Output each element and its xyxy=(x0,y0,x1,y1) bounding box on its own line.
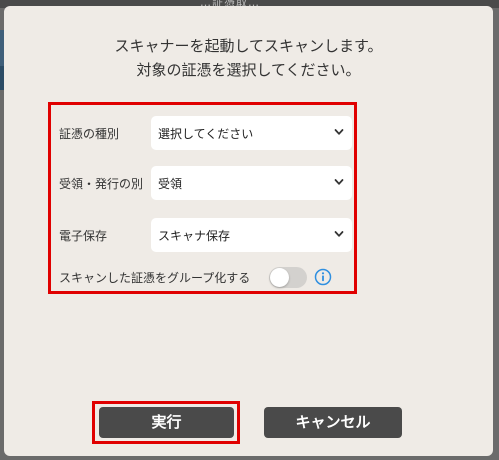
scan-dialog: スキャナーを起動してスキャンします。 対象の証憑を選択してください。 証憑の種別… xyxy=(4,6,493,456)
receive-issue-label: 受領・発行の別 xyxy=(59,177,144,191)
receive-issue-row: 受領・発行の別 受領 xyxy=(51,166,354,200)
dialog-instruction: スキャナーを起動してスキャンします。 対象の証憑を選択してください。 xyxy=(4,34,493,82)
group-toggle-row: スキャンした証憑をグループ化する xyxy=(51,265,354,289)
electronic-storage-row: 電子保存 スキャナ保存 xyxy=(51,218,354,252)
chevron-down-icon xyxy=(334,179,344,185)
scan-settings-form: 証憑の種別 選択してください 受領・発行の別 受領 電子保存 スキャナ保存 スキ… xyxy=(48,102,357,294)
chevron-down-icon xyxy=(334,231,344,237)
cancel-button[interactable]: キャンセル xyxy=(264,407,402,438)
toggle-knob xyxy=(270,268,289,287)
voucher-type-label: 証憑の種別 xyxy=(59,127,120,141)
receive-issue-select[interactable]: 受領 xyxy=(151,166,352,200)
instruction-line-2: 対象の証憑を選択してください。 xyxy=(136,61,361,79)
instruction-line-1: スキャナーを起動してスキャンします。 xyxy=(114,37,383,55)
electronic-storage-value: スキャナ保存 xyxy=(158,229,231,243)
voucher-type-select[interactable]: 選択してください xyxy=(151,116,352,150)
receive-issue-value: 受領 xyxy=(158,177,183,191)
run-button[interactable]: 実行 xyxy=(99,407,234,438)
voucher-type-value: 選択してください xyxy=(158,127,254,141)
group-toggle-switch[interactable] xyxy=(269,267,307,288)
chevron-down-icon xyxy=(334,129,344,135)
group-toggle-label: スキャンした証憑をグループ化する xyxy=(59,271,251,285)
info-icon[interactable] xyxy=(314,268,332,286)
voucher-type-row: 証憑の種別 選択してください xyxy=(51,116,354,150)
electronic-storage-label: 電子保存 xyxy=(59,229,108,243)
electronic-storage-select[interactable]: スキャナ保存 xyxy=(151,218,352,252)
